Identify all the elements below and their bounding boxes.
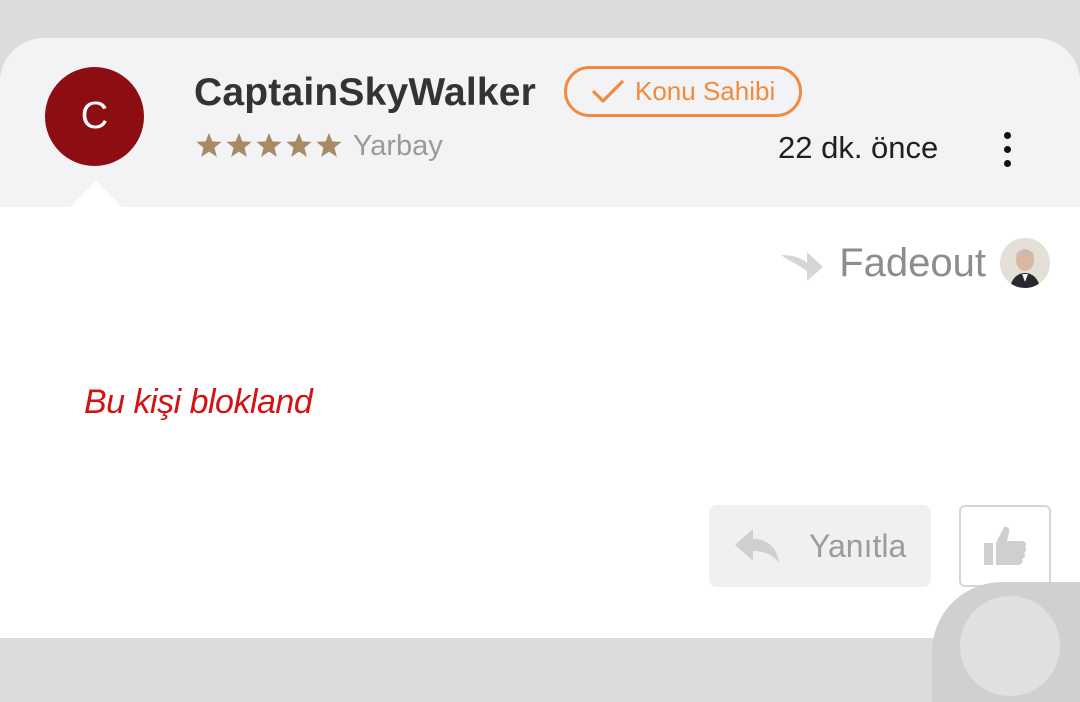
badge-label: Konu Sahibi — [635, 76, 776, 106]
star-icon — [225, 132, 253, 159]
post-time: 22 dk. önce — [778, 130, 939, 165]
topic-owner-badge: Konu Sahibi — [564, 66, 802, 117]
author-name[interactable]: CaptainSkyWalker — [194, 71, 536, 115]
reply-to[interactable]: Fadeout — [779, 238, 1050, 288]
fab-inner — [960, 596, 1060, 696]
check-icon — [591, 79, 625, 105]
post-card: C CaptainSkyWalker Konu Sahibi Yarbay 22… — [0, 38, 1080, 638]
author-rank: Yarbay — [353, 130, 443, 162]
avatar-initial: C — [80, 95, 109, 137]
reply-icon — [733, 527, 781, 565]
more-options-button[interactable] — [990, 126, 1024, 172]
star-icon — [285, 132, 313, 159]
rank-stars — [195, 132, 343, 159]
reply-to-avatar[interactable] — [1000, 238, 1050, 288]
reply-label: Yanıtla — [809, 527, 907, 564]
star-icon — [195, 132, 223, 159]
avatar-pointer — [70, 181, 122, 207]
thumbs-up-icon — [982, 523, 1028, 569]
blocked-message: Bu kişi blokland — [84, 383, 313, 421]
reply-to-name: Fadeout — [839, 240, 986, 285]
reply-forward-icon — [779, 243, 825, 283]
avatar[interactable]: C — [45, 67, 144, 166]
star-icon — [255, 132, 283, 159]
more-vertical-icon — [1003, 131, 1011, 167]
floating-action-button[interactable] — [932, 582, 1080, 702]
post-header: C CaptainSkyWalker Konu Sahibi Yarbay 22… — [0, 38, 1080, 207]
like-button[interactable] — [959, 505, 1051, 587]
star-icon — [315, 132, 343, 159]
reply-button[interactable]: Yanıtla — [709, 505, 931, 587]
